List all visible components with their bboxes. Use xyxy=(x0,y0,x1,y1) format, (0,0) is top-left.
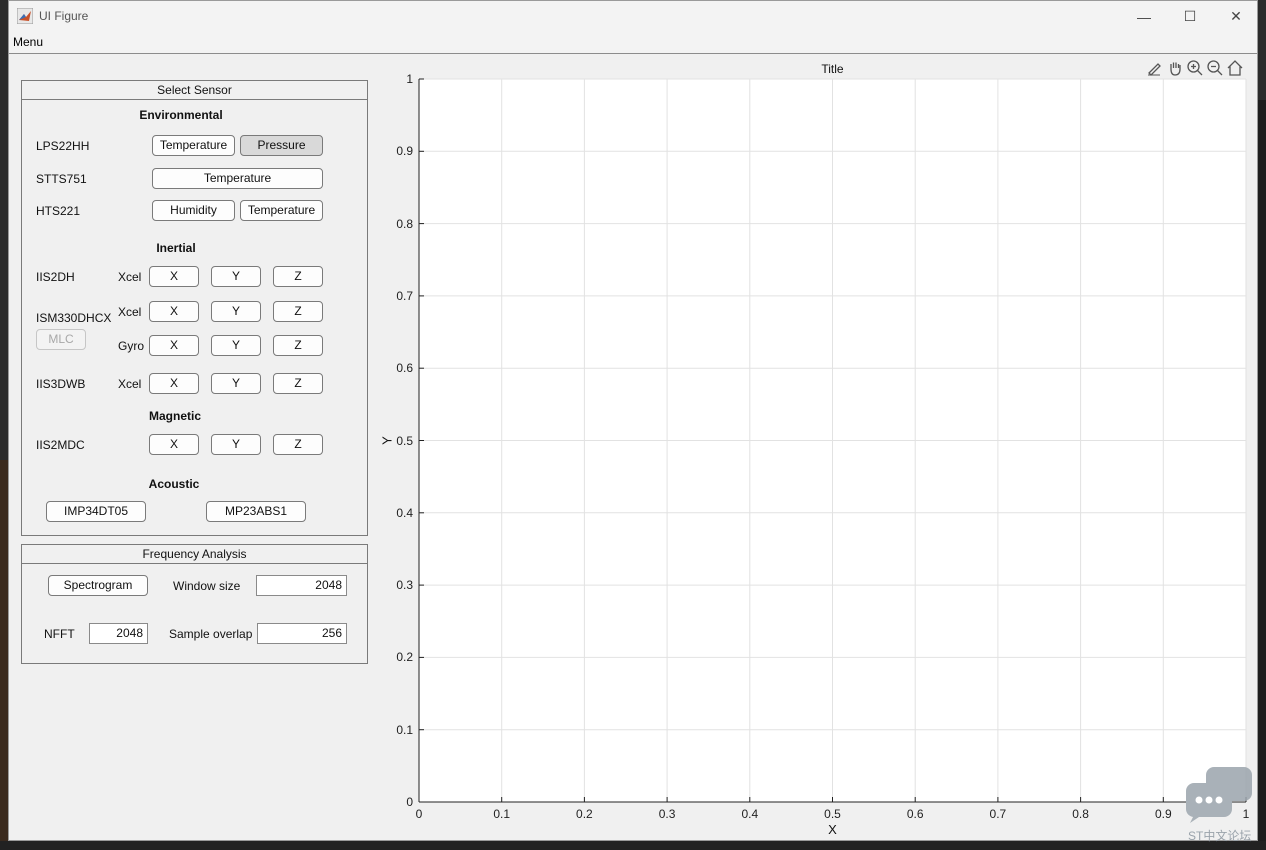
frequency-analysis-panel: Frequency Analysis Spectrogram Window si… xyxy=(21,544,368,664)
iis2mdc-label: IIS2MDC xyxy=(36,438,85,452)
ism330dhcx-gyro-x-button[interactable]: X xyxy=(149,335,199,356)
hts221-label: HTS221 xyxy=(36,204,81,218)
close-icon: ✕ xyxy=(1230,8,1242,24)
x-tick-label: 0 xyxy=(415,807,423,821)
mlc-button[interactable]: MLC xyxy=(36,329,86,350)
y-tick-label: 0.9 xyxy=(396,144,413,159)
iis2dh-xcel-label: Xcel xyxy=(118,270,142,284)
select-sensor-panel: Select Sensor Environmental LPS22HH Temp… xyxy=(21,80,368,536)
x-axis-label: X xyxy=(828,822,837,837)
ism330dhcx-gyro-label: Gyro xyxy=(118,339,145,353)
iis2mdc-y-button[interactable]: Y xyxy=(211,434,261,455)
maximize-icon: ☐ xyxy=(1183,8,1197,24)
lps22hh-temperature-button[interactable]: Temperature xyxy=(152,135,235,156)
stts751-label: STTS751 xyxy=(36,172,87,186)
hts221-humidity-button[interactable]: Humidity xyxy=(152,200,235,221)
iis2mdc-x-button[interactable]: X xyxy=(149,434,199,455)
hts221-temperature-button[interactable]: Temperature xyxy=(240,200,323,221)
plot-axes[interactable] xyxy=(418,78,1247,803)
close-button[interactable]: ✕ xyxy=(1213,1,1259,32)
menu-item[interactable]: Menu xyxy=(13,35,43,49)
lps22hh-pressure-button[interactable]: Pressure xyxy=(240,135,323,156)
inertial-heading: Inertial xyxy=(156,241,196,255)
x-tick-label: 0.7 xyxy=(989,807,1007,821)
iis2dh-x-button[interactable]: X xyxy=(149,266,199,287)
maximize-button[interactable]: ☐ xyxy=(1167,1,1213,32)
mp23abs1-button[interactable]: MP23ABS1 xyxy=(206,501,306,522)
iis3dwb-label: IIS3DWB xyxy=(36,377,86,391)
plot-area xyxy=(418,78,1247,803)
sample-overlap-field[interactable]: 256 xyxy=(257,623,347,644)
x-tick-label: 0.2 xyxy=(576,807,593,821)
y-tick-label: 0.7 xyxy=(396,288,413,303)
ism330dhcx-xcel-label: Xcel xyxy=(118,305,142,319)
ism330dhcx-xcel-z-button[interactable]: Z xyxy=(273,301,323,322)
stts751-temperature-button[interactable]: Temperature xyxy=(152,168,323,189)
magnetic-heading: Magnetic xyxy=(148,409,201,423)
imp34dt05-button[interactable]: IMP34DT05 xyxy=(46,501,146,522)
x-tick-label: 0.8 xyxy=(1072,807,1089,821)
y-tick-label: 0.1 xyxy=(396,722,413,737)
minimize-icon: — xyxy=(1137,8,1151,25)
iis3dwb-z-button[interactable]: Z xyxy=(273,373,323,394)
iis2dh-y-button[interactable]: Y xyxy=(211,266,261,287)
x-tick-label: 0.3 xyxy=(658,807,676,821)
window-size-field[interactable]: 2048 xyxy=(256,575,347,596)
y-tick-label: 0.5 xyxy=(396,433,413,448)
iis2dh-z-button[interactable]: Z xyxy=(273,266,323,287)
iis3dwb-y-button[interactable]: Y xyxy=(211,373,261,394)
iis2mdc-z-button[interactable]: Z xyxy=(273,434,323,455)
lps22hh-label: LPS22HH xyxy=(36,139,90,153)
nfft-field[interactable]: 2048 xyxy=(89,623,148,644)
iis3dwb-x-button[interactable]: X xyxy=(149,373,199,394)
iis2dh-label: IIS2DH xyxy=(36,270,75,284)
y-tick-label: 0.6 xyxy=(396,361,413,376)
iis3dwb-xcel-label: Xcel xyxy=(118,377,142,391)
ism330dhcx-label: ISM330DHCX xyxy=(36,311,112,325)
window-size-label: Window size xyxy=(173,579,241,593)
ism330dhcx-gyro-y-button[interactable]: Y xyxy=(211,335,261,356)
background-window-strip xyxy=(0,460,8,850)
minimize-button[interactable]: — xyxy=(1121,1,1167,32)
menu-bar: Menu xyxy=(9,32,1257,54)
x-tick-label: 0.6 xyxy=(906,807,924,821)
background-window-strip-right xyxy=(1258,100,1266,850)
x-tick-label: 0.1 xyxy=(493,807,511,821)
x-tick-label: 0.9 xyxy=(1154,807,1172,821)
y-tick-label: 0.2 xyxy=(396,650,413,665)
matlab-icon xyxy=(17,8,33,24)
ism330dhcx-gyro-z-button[interactable]: Z xyxy=(273,335,323,356)
spectrogram-button[interactable]: Spectrogram xyxy=(48,575,148,596)
nfft-label: NFFT xyxy=(44,627,75,641)
x-tick-label: 0.5 xyxy=(824,807,841,821)
x-tick-label: 0.4 xyxy=(741,807,759,821)
y-tick-label: 0.3 xyxy=(396,578,413,593)
ism330dhcx-xcel-x-button[interactable]: X xyxy=(149,301,199,322)
y-tick-label: 1 xyxy=(406,72,413,86)
chat-bubble-icon xyxy=(1186,767,1252,823)
forum-watermark: ST中文论坛 xyxy=(1180,765,1260,845)
environmental-heading: Environmental xyxy=(139,108,223,122)
acoustic-heading: Acoustic xyxy=(148,477,200,491)
window-title: UI Figure xyxy=(39,9,89,23)
y-tick-label: 0.4 xyxy=(396,505,413,520)
watermark-text: ST中文论坛 xyxy=(1188,829,1252,843)
title-bar: UI Figure — ☐ ✕ xyxy=(9,1,1257,32)
taskbar-strip xyxy=(0,841,1266,850)
select-sensor-title: Select Sensor xyxy=(22,81,367,100)
y-tick-label: 0.8 xyxy=(396,216,413,231)
frequency-analysis-title: Frequency Analysis xyxy=(22,545,367,564)
ism330dhcx-xcel-y-button[interactable]: Y xyxy=(211,301,261,322)
chart-title: Title xyxy=(821,62,844,76)
y-tick-label: 0 xyxy=(406,795,413,809)
sample-overlap-label: Sample overlap xyxy=(169,627,253,641)
ui-figure-window: UI Figure — ☐ ✕ Menu Select Sensor Envir… xyxy=(8,0,1258,841)
